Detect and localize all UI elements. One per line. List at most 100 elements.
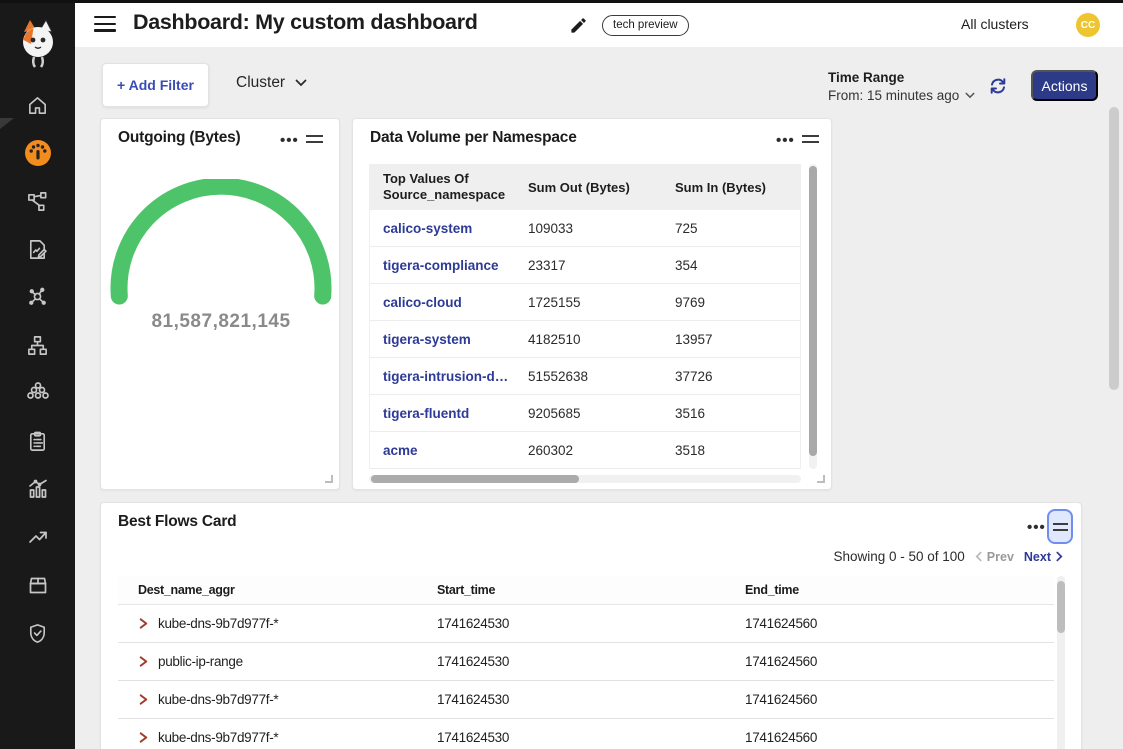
card-drag-handle[interactable] [306, 135, 323, 146]
card-drag-handle[interactable] [802, 135, 819, 146]
card-menu-button[interactable]: ••• [1027, 523, 1046, 533]
chevron-left-icon [975, 551, 982, 562]
sidebar-item-reports[interactable] [0, 225, 75, 273]
calico-logo[interactable] [16, 18, 60, 68]
start-time: 1741624530 [437, 654, 745, 669]
page-title: Dashboard: My custom dashboard [133, 10, 478, 35]
sum-out-value: 109033 [523, 221, 671, 236]
card-menu-button[interactable]: ••• [280, 136, 299, 146]
namespace-link[interactable]: tigera-fluentd [370, 406, 523, 421]
start-time: 1741624530 [437, 730, 745, 745]
start-time: 1741624530 [437, 616, 745, 631]
table-vertical-scrollbar-thumb[interactable] [809, 166, 817, 456]
resize-handle[interactable] [325, 475, 333, 483]
end-time: 1741624560 [745, 730, 1054, 745]
node-graph-icon [26, 286, 49, 309]
end-time: 1741624560 [745, 692, 1054, 707]
chevron-right-icon [1056, 551, 1063, 562]
time-range-selector[interactable]: From: 15 minutes ago [828, 88, 975, 103]
edit-dashboard-button[interactable] [569, 16, 588, 35]
cluster-circles-icon [26, 381, 50, 405]
flow-row-expander[interactable]: kube-dns-9b7d977f-* [118, 692, 437, 707]
sidebar-item-security[interactable] [0, 609, 75, 657]
actions-button[interactable]: Actions [1031, 70, 1098, 101]
dest-name: public-ip-range [158, 654, 243, 669]
trend-arrow-icon [26, 525, 50, 549]
dest-name: kube-dns-9b7d977f-* [158, 730, 278, 745]
report-edit-icon [26, 238, 49, 261]
data-volume-card: Data Volume per Namespace ••• Top Values… [352, 118, 832, 490]
column-header: Sum In (Bytes) [671, 180, 800, 195]
card-drag-handle-active[interactable] [1047, 509, 1073, 544]
refresh-button[interactable] [988, 76, 1008, 96]
tech-preview-badge: tech preview [602, 15, 689, 36]
expand-chevron-icon [138, 731, 149, 744]
namespace-link[interactable]: tigera-compliance [370, 258, 523, 273]
namespace-link[interactable]: acme [370, 443, 523, 458]
sidebar-item-home[interactable] [0, 81, 75, 129]
card-title: Data Volume per Namespace [370, 129, 577, 147]
column-header: Top Values Of Source_namespace [370, 171, 523, 202]
cluster-filter-dropdown[interactable]: Cluster [236, 74, 307, 92]
sidebar-item-threat-graph[interactable] [0, 273, 75, 321]
page-scrollbar-thumb[interactable] [1109, 107, 1119, 390]
cluster-scope-selector[interactable]: All clusters [961, 16, 1029, 32]
package-icon [26, 573, 50, 597]
sidebar-item-workloads[interactable] [0, 561, 75, 609]
time-range-label: Time Range [828, 70, 904, 85]
table-vertical-scrollbar-thumb[interactable] [1057, 581, 1065, 633]
table-row: calico-cloud 1725155 9769 [370, 284, 800, 321]
user-avatar[interactable]: CC [1076, 13, 1100, 37]
table-row: tigera-compliance 23317 354 [370, 247, 800, 284]
sidebar-item-clusters[interactable] [0, 369, 75, 417]
sum-out-value: 1725155 [523, 295, 671, 310]
namespace-link[interactable]: calico-cloud [370, 295, 523, 310]
menu-button[interactable] [94, 16, 116, 33]
resize-handle[interactable] [817, 475, 825, 483]
time-range-value: From: 15 minutes ago [828, 88, 959, 103]
add-filter-button[interactable]: + Add Filter [102, 63, 209, 107]
flow-row-expander[interactable]: public-ip-range [118, 654, 437, 669]
table-horizontal-scrollbar-thumb[interactable] [371, 475, 579, 483]
showing-count: Showing 0 - 50 of 100 [833, 549, 964, 564]
cluster-filter-label: Cluster [236, 74, 285, 92]
flow-row-expander[interactable]: kube-dns-9b7d977f-* [118, 730, 437, 745]
gauge-dashboard-icon [23, 138, 53, 168]
flow-row-expander[interactable]: kube-dns-9b7d977f-* [118, 616, 437, 631]
sum-in-value: 37726 [671, 369, 800, 384]
sum-in-value: 3516 [671, 406, 800, 421]
table-body: kube-dns-9b7d977f-* 1741624530 174162456… [118, 605, 1054, 749]
top-header: Dashboard: My custom dashboard tech prev… [75, 3, 1123, 47]
shield-check-icon [26, 622, 49, 645]
flows-table: Dest_name_aggr Start_time End_time kube-… [118, 576, 1054, 749]
table-row: tigera-fluentd 9205685 3516 [370, 395, 800, 432]
sidebar-item-compliance[interactable] [0, 417, 75, 465]
sidebar-item-statistics[interactable] [0, 465, 75, 513]
sum-in-value: 3518 [671, 443, 800, 458]
sidebar-item-service-graph[interactable] [0, 177, 75, 225]
next-page-button[interactable]: Next [1024, 550, 1063, 564]
card-title: Best Flows Card [118, 513, 236, 531]
namespace-link[interactable]: calico-system [370, 221, 523, 236]
namespace-link[interactable]: tigera-intrusion-d… [370, 369, 523, 384]
sidebar [0, 0, 75, 749]
app-root: Dashboard: My custom dashboard tech prev… [0, 0, 1123, 749]
chevron-down-icon [295, 79, 307, 87]
prev-page-button[interactable]: Prev [975, 550, 1014, 564]
network-tree-icon [26, 334, 49, 357]
column-header: End_time [745, 583, 1054, 597]
sum-in-value: 9769 [671, 295, 800, 310]
namespace-link[interactable]: tigera-system [370, 332, 523, 347]
sidebar-item-trends[interactable] [0, 513, 75, 561]
pagination: Showing 0 - 50 of 100 Prev Next [833, 549, 1063, 564]
sidebar-item-dashboards-active[interactable] [0, 129, 75, 177]
sidebar-item-network[interactable] [0, 321, 75, 369]
card-menu-button[interactable]: ••• [776, 136, 795, 146]
service-graph-icon [26, 190, 49, 213]
expand-chevron-icon [138, 655, 149, 668]
clipboard-icon [26, 430, 49, 453]
column-header: Dest_name_aggr [118, 583, 437, 597]
chevron-down-icon [965, 92, 975, 99]
dest-name: kube-dns-9b7d977f-* [158, 692, 278, 707]
table-row: acme 260302 3518 [370, 432, 800, 469]
